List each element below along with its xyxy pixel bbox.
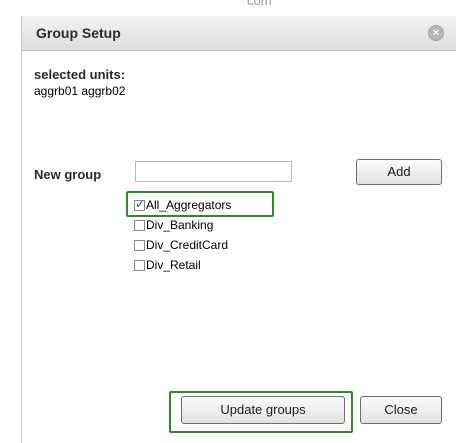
- group-setup-dialog: Group Setup × selected units: aggrb01 ag…: [21, 16, 456, 443]
- selected-units-value: aggrb01 aggrb02: [34, 84, 126, 98]
- group-item-div-creditcard[interactable]: Div_CreditCard: [134, 235, 231, 255]
- group-label: Div_CreditCard: [146, 238, 229, 252]
- group-label: Div_Banking: [146, 218, 214, 232]
- group-item-all-aggregators[interactable]: All_Aggregators: [134, 195, 231, 215]
- close-button[interactable]: Close: [360, 396, 442, 424]
- page: com Group Setup × selected units: aggrb0…: [0, 0, 456, 443]
- dialog-title: Group Setup: [36, 25, 121, 41]
- new-group-input[interactable]: [135, 161, 292, 182]
- checkbox-checked[interactable]: [134, 197, 145, 211]
- group-item-div-retail[interactable]: Div_Retail: [134, 255, 231, 275]
- checkbox-unchecked[interactable]: [134, 239, 145, 251]
- checkbox-unchecked[interactable]: [134, 259, 145, 271]
- dialog-title-bar[interactable]: Group Setup ×: [22, 16, 456, 51]
- group-item-div-banking[interactable]: Div_Banking: [134, 215, 231, 235]
- checkbox-unchecked[interactable]: [134, 219, 145, 231]
- group-checklist: All_Aggregators Div_Banking Div_CreditCa…: [134, 195, 231, 275]
- close-icon[interactable]: ×: [428, 25, 444, 41]
- update-groups-button[interactable]: Update groups: [181, 396, 345, 424]
- group-label: All_Aggregators: [146, 198, 232, 212]
- new-group-label: New group: [34, 167, 102, 182]
- selected-units-label: selected units:: [34, 67, 126, 82]
- group-label: Div_Retail: [146, 258, 201, 272]
- add-button[interactable]: Add: [356, 159, 442, 185]
- background-partial-text: com: [247, 0, 272, 8]
